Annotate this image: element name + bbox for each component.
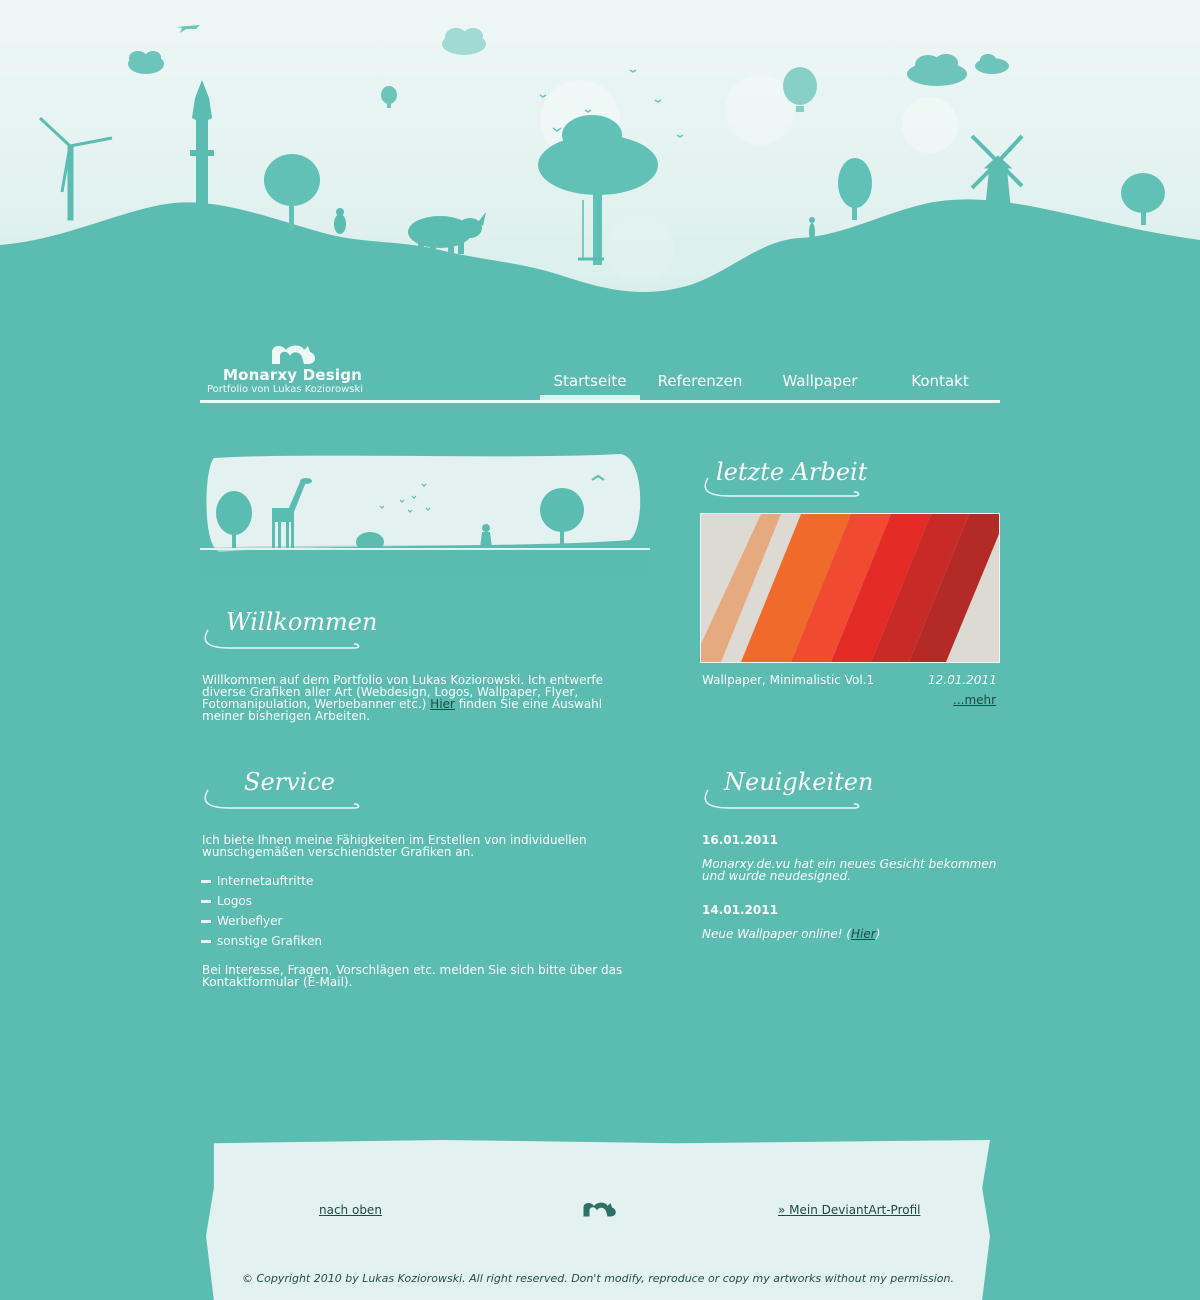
wind-turbine-icon: [38, 116, 113, 221]
news-text: Monarxy.de.vu hat ein neues Gesicht beko…: [702, 857, 997, 883]
service-heading: Service: [200, 764, 360, 814]
service-list: Internetauftritte Logos Werbeflyer sonst…: [201, 871, 322, 951]
nav-item-referenzen[interactable]: Referenzen: [640, 370, 760, 402]
latest-work-title: letzte Arbeit: [716, 458, 868, 486]
cloud-icon: [128, 51, 164, 74]
list-item: Werbeflyer: [201, 911, 322, 931]
welcome-link[interactable]: Hier: [430, 697, 455, 711]
welcome-heading: Willkommen: [200, 604, 377, 654]
list-item-label: Logos: [217, 894, 253, 908]
bullet-icon: [201, 899, 211, 903]
news-text-part: Neue Wallpaper online! (: [702, 927, 852, 941]
site-footer: nach oben » Mein DeviantArt-Profil © Cop…: [206, 1140, 990, 1300]
wallpaper-thumbnail: [701, 514, 999, 662]
list-item: sonstige Grafiken: [201, 931, 322, 951]
site-header: Monarxy Design Portfolio von Lukas Kozio…: [200, 340, 1000, 406]
landscape-illustration: [0, 25, 1200, 330]
site-title[interactable]: Monarxy Design: [223, 366, 362, 384]
logo-icon[interactable]: [270, 342, 318, 366]
rhino-icon: [408, 212, 486, 254]
banner-illustration: [200, 454, 650, 578]
logo-icon[interactable]: [582, 1200, 618, 1218]
header-illustration: [0, 0, 1200, 330]
news-link[interactable]: Hier: [851, 927, 876, 941]
news-title: Neuigkeiten: [724, 768, 874, 796]
list-item: Internetauftritte: [201, 871, 322, 891]
service-title: Service: [244, 768, 335, 796]
news-date: 16.01.2011: [702, 833, 778, 847]
service-intro: Ich biete Ihnen meine Fähigkeiten im Ers…: [202, 833, 587, 859]
news-date: 14.01.2011: [702, 903, 778, 917]
plane-icon: [176, 25, 200, 33]
bullet-icon: [201, 919, 211, 923]
welcome-title: Willkommen: [226, 608, 378, 636]
copyright-text: © Copyright 2010 by Lukas Koziorowski. A…: [241, 1272, 954, 1285]
bullet-icon: [201, 879, 211, 883]
deviantart-link[interactable]: » Mein DeviantArt-Profil: [778, 1203, 920, 1217]
balloon-icon: [381, 86, 397, 108]
news-heading: Neuigkeiten: [700, 764, 873, 814]
nav-item-startseite[interactable]: Startseite: [540, 370, 640, 402]
cloud-icon: [442, 28, 486, 55]
header-divider: [200, 400, 1000, 403]
more-link[interactable]: ...mehr: [953, 694, 996, 706]
list-item-label: Werbeflyer: [217, 914, 283, 928]
news-text-part: ): [875, 927, 881, 941]
nav-item-kontakt[interactable]: Kontakt: [880, 370, 1000, 402]
main-nav: Startseite Referenzen Wallpaper Kontakt: [540, 370, 1000, 402]
latest-work-image[interactable]: [700, 513, 1000, 663]
news-text: Neue Wallpaper online! (Hier): [702, 928, 1002, 940]
latest-work-date: 12.01.2011: [928, 673, 997, 687]
list-item-label: Internetauftritte: [217, 874, 314, 888]
back-to-top-link[interactable]: nach oben: [319, 1203, 382, 1217]
list-item-label: sonstige Grafiken: [217, 934, 322, 948]
nav-item-wallpaper[interactable]: Wallpaper: [760, 370, 880, 402]
bullet-icon: [201, 939, 211, 943]
latest-work-heading: letzte Arbeit: [700, 452, 867, 502]
service-outro: Bei Interesse, Fragen, Vorschlägen etc. …: [202, 963, 623, 989]
welcome-text: Willkommen auf dem Portfolio von Lukas K…: [202, 674, 632, 722]
latest-work-caption: Wallpaper, Minimalistic Vol.1: [702, 673, 875, 687]
tower-icon: [190, 80, 214, 205]
site-subtitle: Portfolio von Lukas Koziorowski: [207, 384, 364, 395]
list-item: Logos: [201, 891, 322, 911]
cloud-icon: [907, 54, 1009, 86]
windmill-icon: [970, 134, 1024, 206]
